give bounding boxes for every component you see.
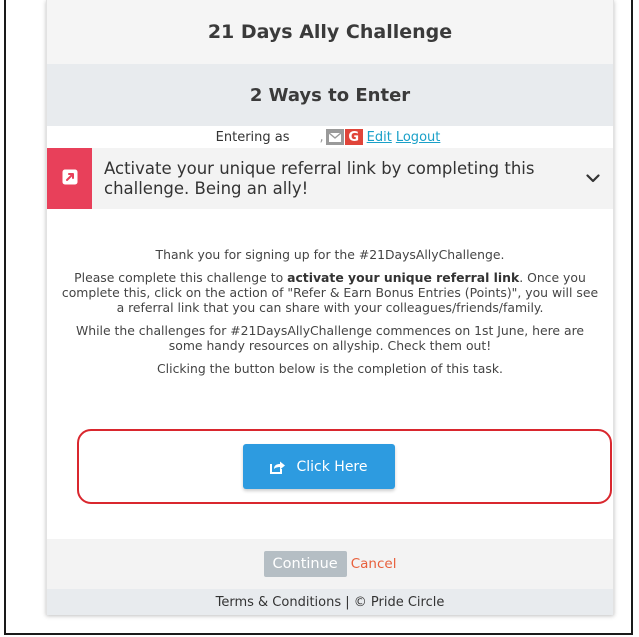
para2-pre: Please complete this challenge to: [74, 270, 288, 285]
chevron-down-icon[interactable]: [573, 174, 613, 183]
terms-footer: Terms & Conditions | © Pride Circle: [47, 589, 613, 615]
task-header[interactable]: Activate your unique referral link by co…: [47, 148, 613, 209]
task-text: Activate your unique referral link by co…: [104, 158, 535, 198]
title-text: 21 Days Ally Challenge: [207, 21, 453, 43]
edit-link[interactable]: Edit: [367, 130, 392, 145]
entering-label: Entering as: [215, 129, 290, 145]
click-here-label: Click Here: [296, 458, 368, 475]
logout-link[interactable]: Logout: [396, 130, 441, 145]
external-link-icon: [62, 169, 78, 189]
widget-title: 21 Days Ally Challenge: [47, 0, 613, 64]
instruction-para-2: Please complete this challenge to activa…: [61, 270, 599, 315]
share-icon: [270, 460, 286, 474]
click-here-button[interactable]: Click Here: [243, 444, 395, 489]
mail-icon[interactable]: [325, 129, 344, 145]
ways-text: 2 Ways to Enter: [249, 84, 411, 106]
footer-actions: Continue Cancel: [47, 539, 613, 589]
instruction-para-1: Thank you for signing up for the #21Days…: [155, 247, 505, 262]
task-icon-box: [47, 148, 92, 209]
terms-text[interactable]: Terms & Conditions | © Pride Circle: [216, 595, 445, 610]
task-body: Thank you for signing up for the #21Days…: [47, 209, 613, 539]
entering-separator: ,: [319, 129, 324, 145]
google-icon[interactable]: G: [344, 129, 363, 145]
para2-bold: activate your unique referral link: [287, 270, 520, 285]
continue-button[interactable]: Continue: [263, 551, 347, 577]
cancel-link[interactable]: Cancel: [351, 556, 397, 572]
entering-as-row: Entering as , G Edit Logout: [47, 126, 613, 148]
task-instructions: Thank you for signing up for the #21Days…: [61, 247, 599, 384]
entry-widget: 21 Days Ally Challenge 2 Ways to Enter E…: [46, 0, 614, 615]
instruction-para-4: Clicking the button below is the complet…: [157, 361, 503, 376]
instruction-para-3: While the challenges for #21DaysAllyChal…: [75, 323, 585, 353]
ways-header: 2 Ways to Enter: [47, 64, 613, 126]
